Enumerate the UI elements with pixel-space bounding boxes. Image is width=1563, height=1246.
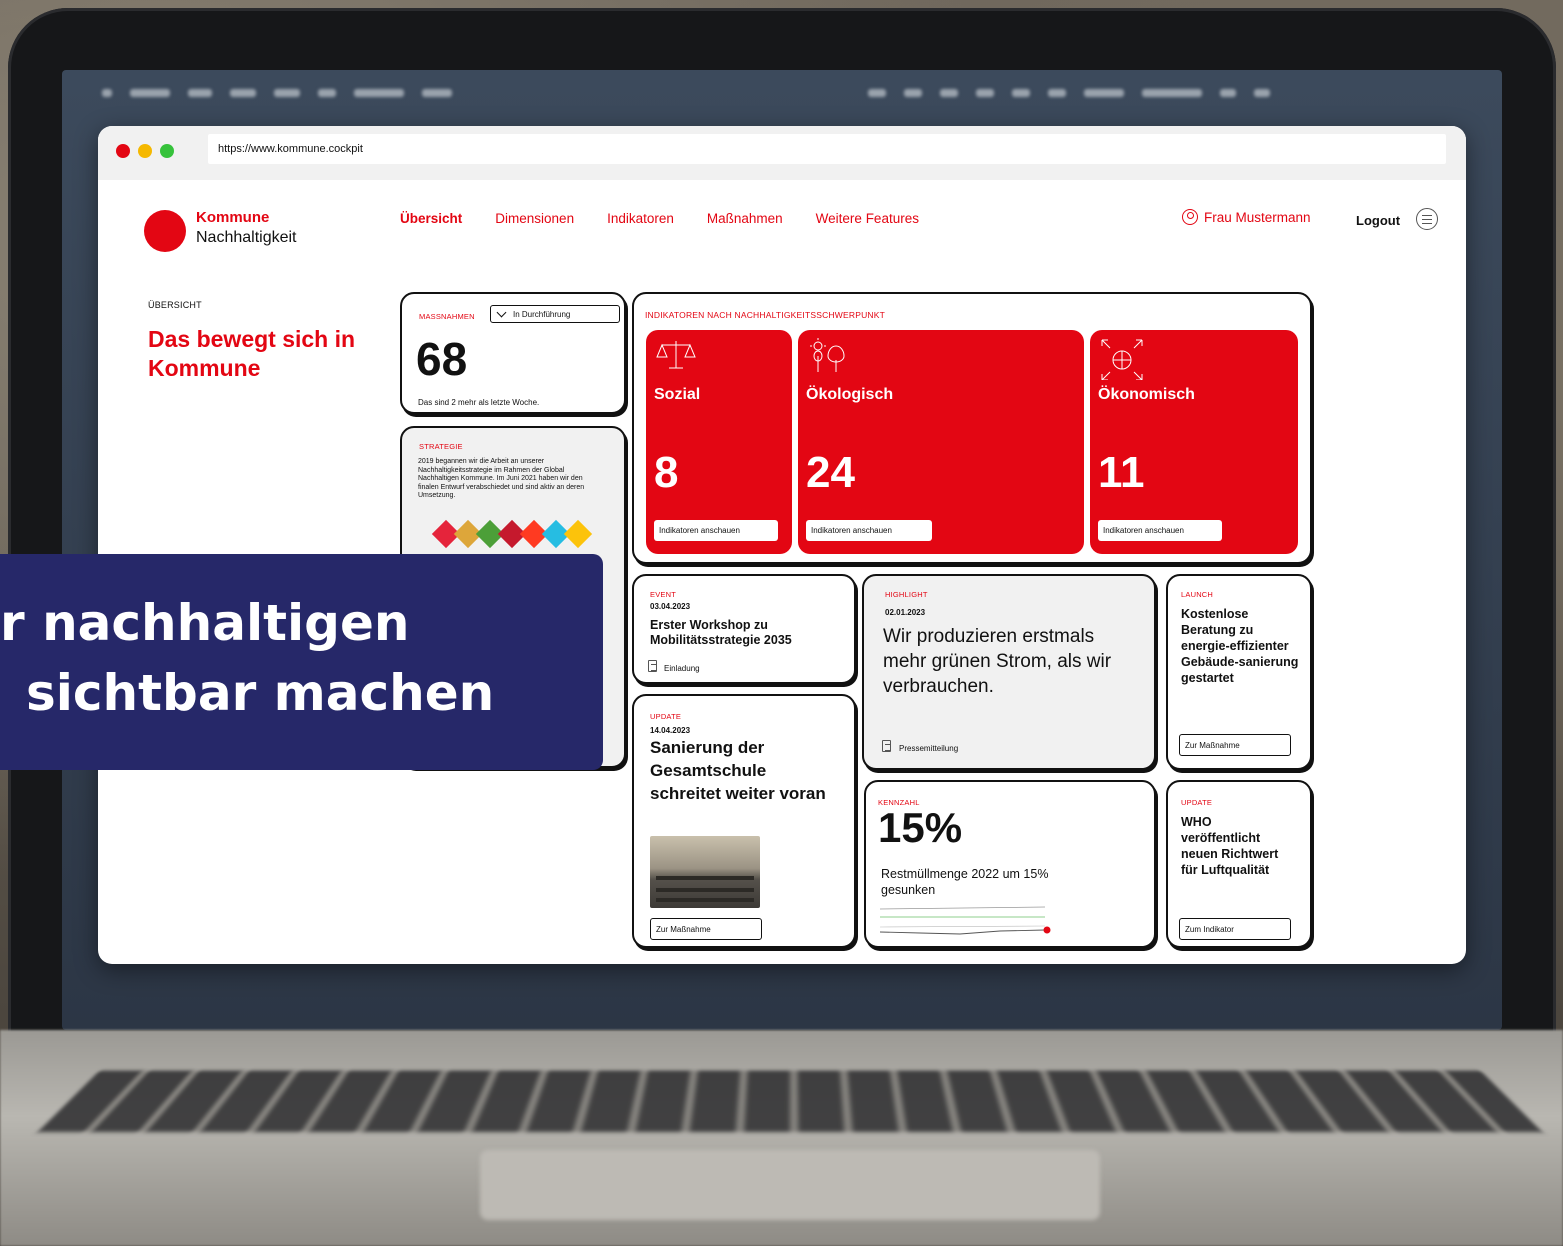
card-tag: MASSNAHMEN xyxy=(419,312,475,321)
card-tag: INDIKATOREN NACH NACHHALTIGKEITSSCHWERPU… xyxy=(645,310,885,320)
indicator-name: Ökologisch xyxy=(806,386,893,404)
status-filter-dropdown[interactable]: In Durchführung xyxy=(490,305,620,323)
update-date: 14.04.2023 xyxy=(650,726,690,735)
indicator-count: 11 xyxy=(1098,448,1145,498)
logo-subtitle[interactable]: Nachhaltigkeit xyxy=(196,229,297,247)
kennzahl-card[interactable]: KENNZAHL 15% Restmüllmenge 2022 um 15% g… xyxy=(864,780,1156,948)
browser-toolbar: https://www.kommune.cockpit xyxy=(98,126,1466,180)
who-title: WHO veröffentlicht neuen Richtwert für L… xyxy=(1181,814,1281,878)
indicator-count: 8 xyxy=(654,448,678,498)
event-title: Erster Workshop zu Mobilitätsstrategie 2… xyxy=(650,618,850,648)
logout-button[interactable]: Logout xyxy=(1356,213,1400,228)
event-card[interactable]: EVENT 03.04.2023 Erster Workshop zu Mobi… xyxy=(632,574,856,684)
event-date: 03.04.2023 xyxy=(650,602,690,611)
minimize-window-button[interactable] xyxy=(138,144,152,158)
section-label: ÜBERSICHT xyxy=(148,300,202,310)
kennzahl-value: 15% xyxy=(878,804,962,852)
promo-banner: r nachhaltigen sichtbar machen xyxy=(0,554,603,770)
logo-title[interactable]: Kommune xyxy=(196,209,269,226)
indicator-tile-sozial[interactable]: Sozial 8 Indikatoren anschauen xyxy=(646,330,792,554)
maximize-window-button[interactable] xyxy=(160,144,174,158)
launch-title: Kostenlose Beratung zu energie-effizient… xyxy=(1181,606,1299,686)
sun-tree-icon xyxy=(808,338,852,372)
nav-item-uebersicht[interactable]: Übersicht xyxy=(400,211,462,226)
card-tag: HIGHLIGHT xyxy=(885,590,928,599)
massnahmen-count: 68 xyxy=(416,332,467,386)
trackpad xyxy=(480,1150,1100,1220)
nav-item-weitere-features[interactable]: Weitere Features xyxy=(816,211,919,226)
indicator-name: Sozial xyxy=(654,386,700,404)
massnahmen-note: Das sind 2 mehr als letzte Woche. xyxy=(418,398,539,407)
highlight-title: Wir produzieren erstmals mehr grünen Str… xyxy=(883,624,1133,699)
zur-massnahme-button[interactable]: Zur Maßnahme xyxy=(650,918,762,940)
keyboard xyxy=(38,1071,1542,1132)
indicator-name: Ökonomisch xyxy=(1098,386,1195,404)
globe-arrows-icon xyxy=(1100,338,1144,380)
card-tag: STRATEGIE xyxy=(419,442,463,451)
launch-card[interactable]: LAUNCH Kostenlose Beratung zu energie-ef… xyxy=(1166,574,1312,770)
sdg-icons xyxy=(436,524,588,544)
nav-item-indikatoren[interactable]: Indikatoren xyxy=(607,211,674,226)
indicator-tile-oekologisch[interactable]: Ökologisch 24 Indikatoren anschauen xyxy=(798,330,1084,554)
chevron-down-icon xyxy=(497,308,507,318)
event-doc-link[interactable]: Einladung xyxy=(664,664,700,673)
logo-mark[interactable] xyxy=(144,210,186,252)
massnahmen-card[interactable]: MASSNAHMEN In Durchführung 68 Das sind 2… xyxy=(400,292,626,414)
zum-indikator-button[interactable]: Zum Indikator xyxy=(1179,918,1291,940)
browser-window: https://www.kommune.cockpit Kommune Nach… xyxy=(98,126,1466,964)
indicators-view-button[interactable]: Indikatoren anschauen xyxy=(806,520,932,541)
indicator-count: 24 xyxy=(806,448,855,498)
indicators-view-button[interactable]: Indikatoren anschauen xyxy=(654,520,778,541)
banner-line-2: sichtbar machen xyxy=(0,658,494,728)
card-tag: EVENT xyxy=(650,590,676,599)
banner-line-1: r nachhaltigen xyxy=(0,588,494,658)
user-menu[interactable]: Frau Mustermann xyxy=(1182,209,1311,225)
who-card[interactable]: UPDATE WHO veröffentlicht neuen Richtwer… xyxy=(1166,780,1312,948)
update-title: Sanierung der Gesamtschule schreitet wei… xyxy=(650,736,830,805)
update-card-school[interactable]: UPDATE 14.04.2023 Sanierung der Gesamtsc… xyxy=(632,694,856,948)
filter-value: In Durchführung xyxy=(513,310,570,319)
site-header: Kommune Nachhaltigkeit Übersicht Dimensi… xyxy=(98,180,1466,270)
indicator-tile-oekonomisch[interactable]: Ökonomisch 11 Indikatoren anschauen xyxy=(1090,330,1298,554)
user-name: Frau Mustermann xyxy=(1204,210,1311,225)
highlight-doc-link[interactable]: Pressemitteilung xyxy=(899,744,958,753)
mac-menubar xyxy=(62,80,1502,106)
strategie-text: 2019 begannen wir die Arbeit an unserer … xyxy=(418,458,593,501)
card-tag: UPDATE xyxy=(650,712,681,721)
kennzahl-title: Restmüllmenge 2022 um 15% gesunken xyxy=(881,866,1051,898)
document-icon xyxy=(882,740,891,752)
close-window-button[interactable] xyxy=(116,144,130,158)
indicators-view-button[interactable]: Indikatoren anschauen xyxy=(1098,520,1222,541)
trend-sparkline xyxy=(880,904,1060,940)
user-icon xyxy=(1182,209,1198,225)
scales-icon xyxy=(656,338,696,372)
nav-item-massnahmen[interactable]: Maßnahmen xyxy=(707,211,783,226)
classroom-photo xyxy=(650,836,760,908)
highlight-card[interactable]: HIGHLIGHT 02.01.2023 Wir produzieren ers… xyxy=(862,574,1156,770)
window-controls xyxy=(116,144,174,158)
address-bar[interactable]: https://www.kommune.cockpit xyxy=(208,134,1446,164)
document-icon xyxy=(648,660,657,672)
zur-massnahme-button[interactable]: Zur Maßnahme xyxy=(1179,734,1291,756)
hamburger-menu-icon[interactable] xyxy=(1416,208,1438,230)
nav-item-dimensionen[interactable]: Dimensionen xyxy=(495,211,574,226)
card-tag: LAUNCH xyxy=(1181,590,1213,599)
indicators-card: INDIKATOREN NACH NACHHALTIGKEITSSCHWERPU… xyxy=(632,292,1312,564)
highlight-date: 02.01.2023 xyxy=(885,608,925,617)
banner-headline: r nachhaltigen sichtbar machen xyxy=(0,588,494,728)
page-title: Das bewegt sich in Kommune xyxy=(148,325,378,383)
card-tag: UPDATE xyxy=(1181,798,1212,807)
main-nav: Übersicht Dimensionen Indikatoren Maßnah… xyxy=(400,211,919,226)
